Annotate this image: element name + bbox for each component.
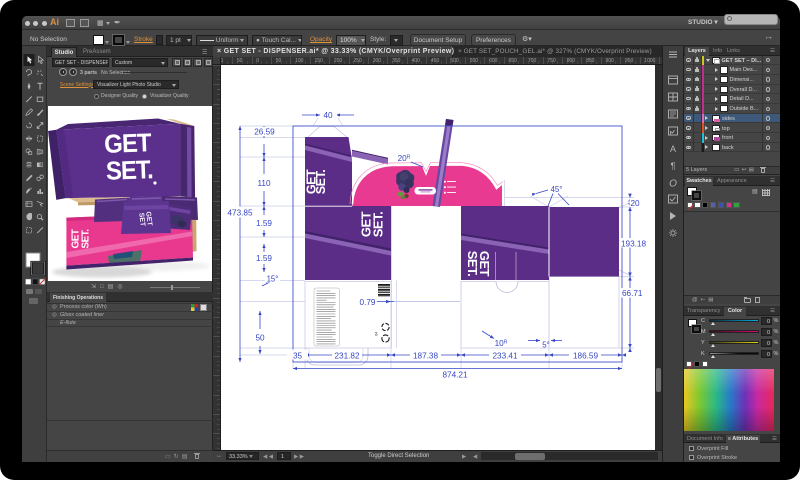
svg-text:SET.: SET. (105, 155, 153, 186)
svg-text:1.59: 1.59 (256, 254, 272, 263)
svg-text:50: 50 (255, 333, 265, 342)
svg-text:SET.: SET. (371, 212, 386, 237)
svg-text:231.82: 231.82 (334, 351, 359, 360)
svg-text:1.59: 1.59 (256, 219, 272, 228)
svg-text:45°: 45° (551, 185, 563, 194)
svg-text:20: 20 (631, 199, 641, 208)
svg-text:66.71: 66.71 (622, 289, 643, 298)
svg-text:233.41: 233.41 (492, 351, 517, 360)
svg-text:SET.: SET. (465, 251, 480, 276)
svg-text:193.18: 193.18 (621, 239, 646, 248)
svg-text:SET.: SET. (314, 170, 328, 194)
svg-text:¶: ¶ (671, 161, 676, 171)
svg-text:186.59: 186.59 (573, 351, 598, 360)
svg-text:SET.: SET. (81, 229, 92, 249)
svg-text:473.85: 473.85 (227, 208, 252, 217)
svg-text:26.59: 26.59 (254, 128, 275, 137)
svg-text:A: A (670, 144, 676, 154)
svg-text:874.21: 874.21 (442, 371, 467, 380)
svg-text:0.79: 0.79 (360, 298, 376, 307)
svg-text:04: 04 (375, 332, 379, 336)
svg-text:5°: 5° (542, 340, 549, 349)
svg-text:20R: 20R (398, 154, 411, 163)
svg-text:40: 40 (323, 111, 333, 120)
svg-text:35: 35 (293, 351, 303, 360)
svg-text:O: O (669, 179, 677, 190)
svg-text:GET: GET (104, 128, 152, 159)
svg-text:15°: 15° (267, 275, 279, 284)
svg-text:187.38: 187.38 (413, 351, 438, 360)
svg-text:110: 110 (257, 179, 270, 188)
